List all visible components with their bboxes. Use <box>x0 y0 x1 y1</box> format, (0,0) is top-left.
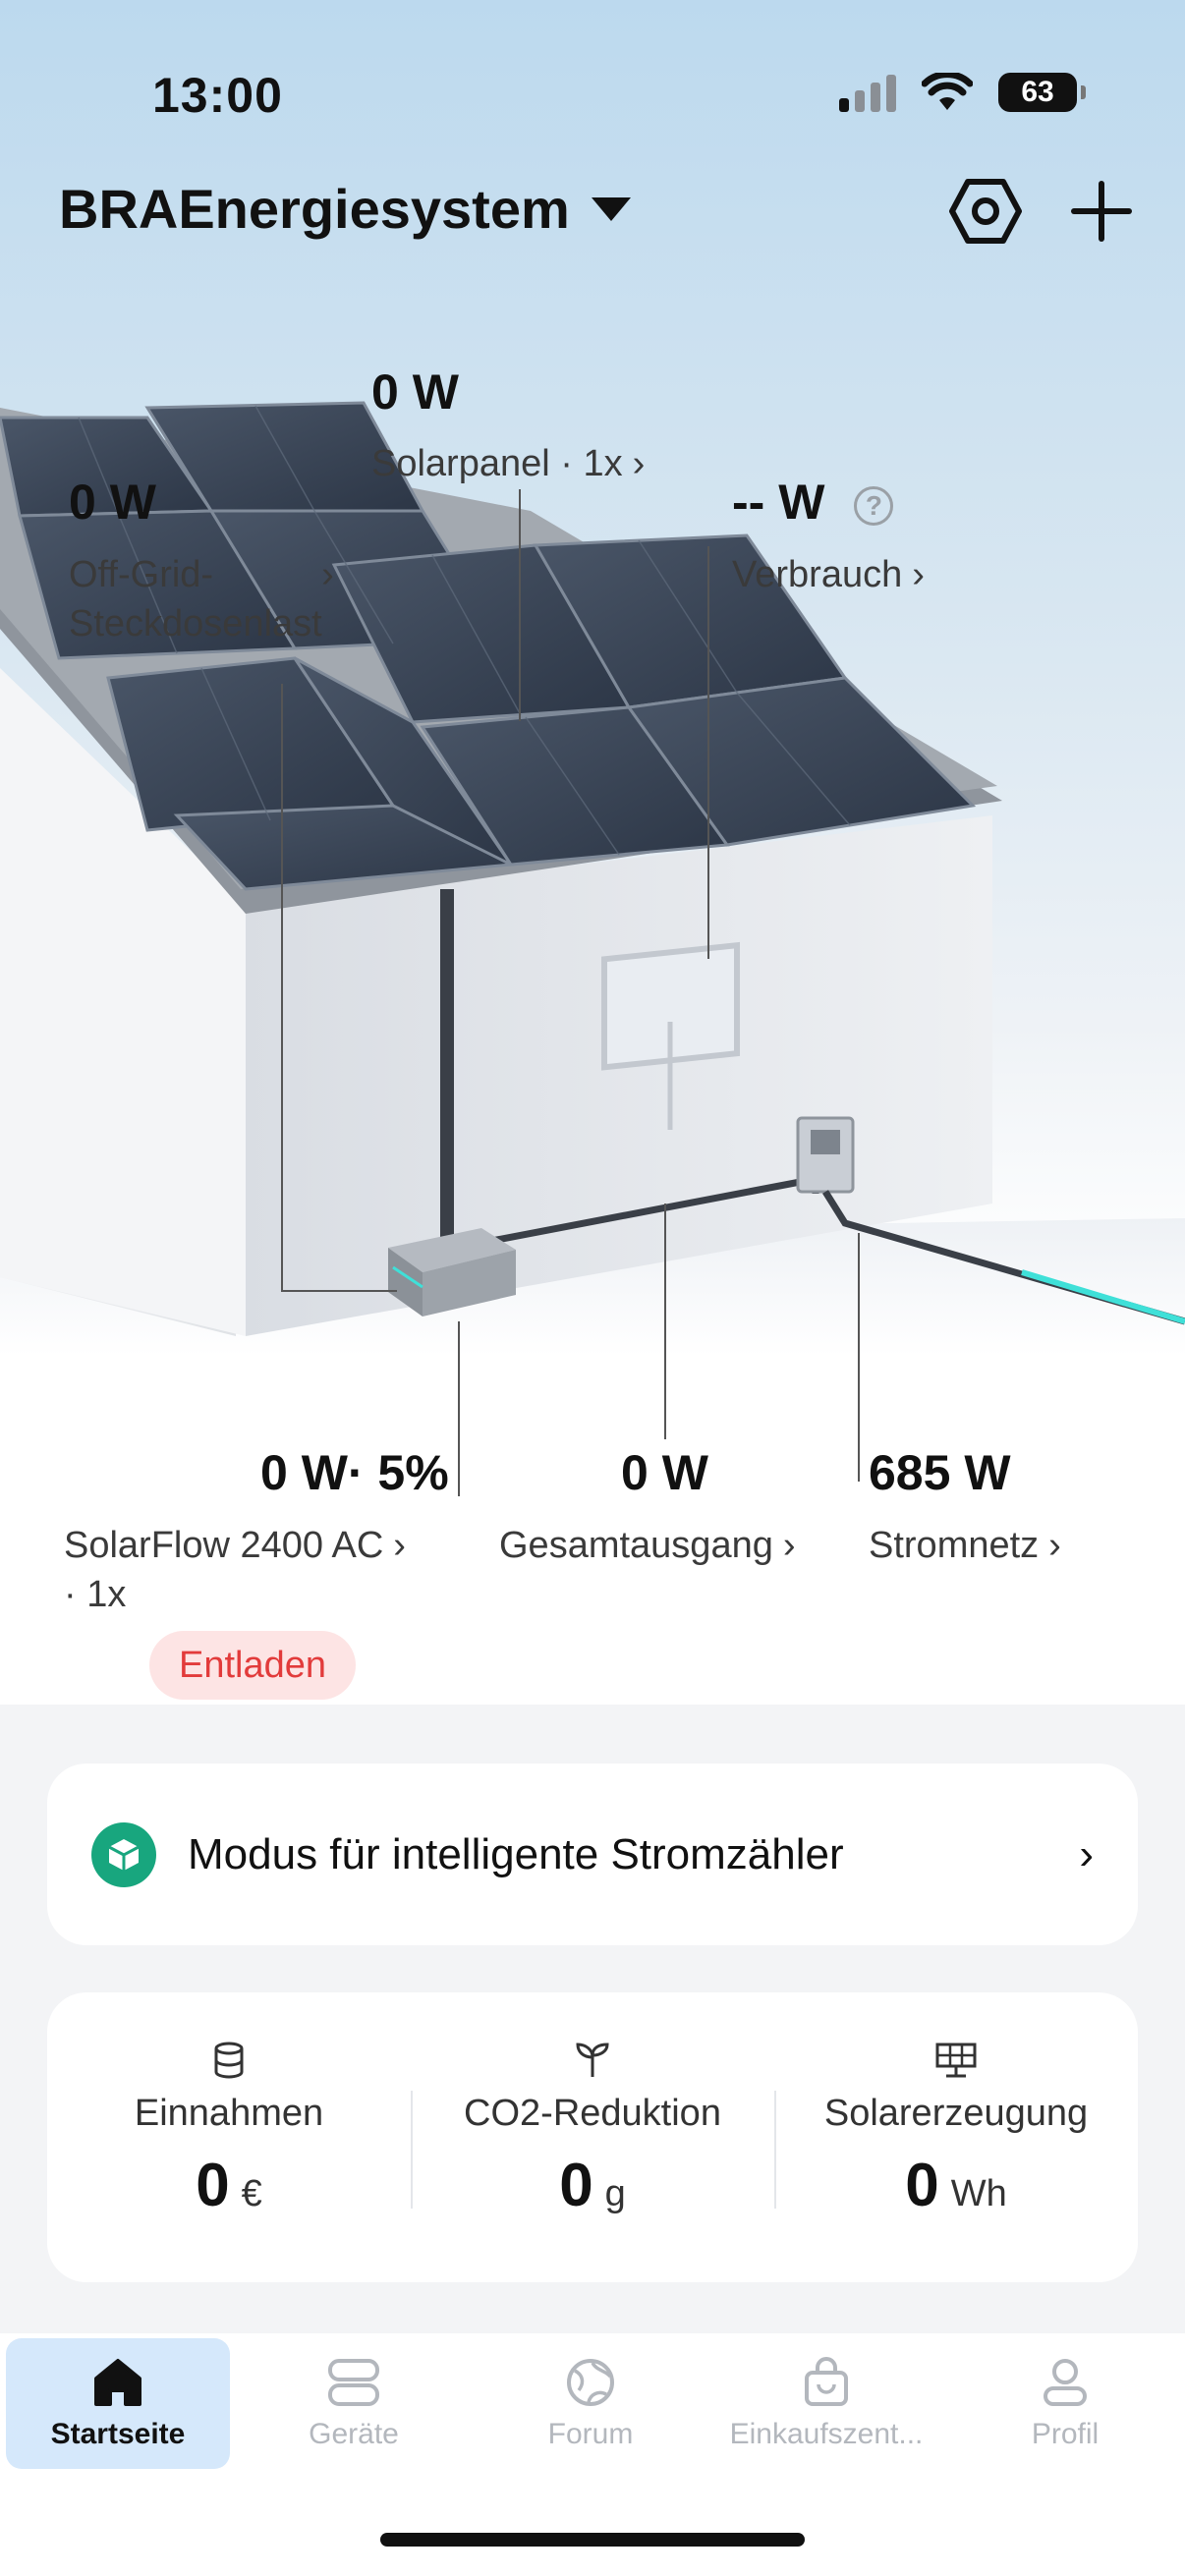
total-output-value: 0 W <box>621 1445 708 1500</box>
total-output-label: Gesamtausgang <box>499 1525 773 1566</box>
stat-value: 0 g <box>559 2151 626 2220</box>
offgrid-label-line2: Steckdosenlast <box>69 603 322 644</box>
chevron-right-icon: › <box>1048 1525 1061 1566</box>
offgrid-power-value: 0 W <box>69 475 156 530</box>
solarflow-power-value: 0 W· 5% <box>260 1445 449 1500</box>
tab-label: Startseite <box>50 2417 186 2450</box>
add-device-icon[interactable] <box>1057 167 1146 255</box>
solar-leader-line <box>519 489 521 721</box>
battery-icon: 63 <box>998 73 1086 112</box>
stat-number: 0 <box>905 2152 939 2219</box>
offgrid-leader-foot <box>281 1290 397 1292</box>
database-icon <box>214 2042 244 2079</box>
grid-leader-line <box>858 1233 860 1482</box>
solar-panel-label: Solarpanel · 1x <box>371 443 623 484</box>
solarflow-leader-line <box>458 1321 460 1496</box>
consumption-label: Verbrauch <box>732 554 903 595</box>
solar-power-value: 0 W <box>371 364 459 420</box>
tab-label: Profil <box>1031 2417 1100 2450</box>
tab-devices[interactable]: Geräte <box>242 2338 466 2469</box>
tab-shop[interactable]: Einkaufszent... <box>714 2338 938 2469</box>
total-output-leader-line <box>664 1204 666 1439</box>
stat-solar-generation[interactable]: Solarerzeugung 0 Wh <box>774 1992 1138 2282</box>
stat-co2[interactable]: CO2-Reduktion 0 g <box>411 1992 774 2282</box>
energy-flow-hero: 13:00 63 BRAEnergiesystem 0 W Solarpanel… <box>0 0 1185 1705</box>
stat-value: 0 Wh <box>905 2151 1006 2220</box>
chevron-right-icon: › <box>912 554 925 595</box>
stat-label: Einnahmen <box>134 2093 324 2134</box>
tab-profile[interactable]: Profil <box>953 2338 1177 2469</box>
globe-icon <box>567 2358 614 2406</box>
settings-hex-icon[interactable] <box>941 167 1030 255</box>
chevron-right-icon: › <box>321 554 334 595</box>
chevron-right-icon: › <box>393 1525 406 1566</box>
stat-unit: g <box>604 2173 626 2214</box>
consumption-leader-line <box>707 546 709 959</box>
tab-forum[interactable]: Forum <box>479 2338 703 2469</box>
cube-icon <box>91 1821 156 1887</box>
solarflow-device-link[interactable]: SolarFlow 2400 AC › · 1x <box>64 1521 406 1619</box>
devices-icon <box>328 2358 379 2406</box>
stat-label: CO2-Reduktion <box>464 2093 721 2134</box>
tab-home[interactable]: Startseite <box>6 2338 230 2469</box>
cellular-signal-icon <box>839 73 896 112</box>
mode-label: Modus für intelligente Stromzähler <box>188 1829 844 1878</box>
chevron-right-icon: › <box>1079 1829 1094 1878</box>
stat-value: 0 € <box>196 2151 262 2220</box>
tab-label: Einkaufszent... <box>729 2417 924 2450</box>
stat-unit: Wh <box>950 2173 1007 2214</box>
dropdown-caret-icon <box>591 196 631 221</box>
status-indicators: 63 <box>839 73 1086 112</box>
grid-label: Stromnetz <box>869 1525 1040 1566</box>
tab-label: Forum <box>547 2417 634 2450</box>
solarflow-label-line2: · 1x <box>64 1574 127 1615</box>
discharge-status-badge: Entladen <box>149 1631 357 1700</box>
tab-label: Geräte <box>309 2417 399 2450</box>
consumption-value: -- W <box>732 475 825 530</box>
status-time: 13:00 <box>152 68 283 123</box>
person-icon <box>1044 2358 1087 2406</box>
chevron-right-icon: › <box>632 443 646 484</box>
stat-revenue[interactable]: Einnahmen 0 € <box>47 1992 411 2282</box>
bottom-tab-bar: Startseite Geräte Forum Einkaufszent... … <box>0 2333 1185 2576</box>
stat-unit: € <box>241 2173 262 2214</box>
grid-power-value: 685 W <box>869 1445 1011 1500</box>
system-selector[interactable]: BRAEnergiesystem <box>59 177 631 241</box>
house-illustration <box>0 401 1185 1356</box>
smart-meter-mode-card[interactable]: Modus für intelligente Stromzähler › <box>47 1764 1138 1945</box>
chevron-right-icon: › <box>782 1525 796 1566</box>
stat-number: 0 <box>196 2152 230 2219</box>
stats-card: Einnahmen 0 € CO2-Reduktion 0 g Solarerz… <box>47 1992 1138 2282</box>
stat-number: 0 <box>559 2152 593 2219</box>
stat-label: Solarerzeugung <box>823 2093 1089 2134</box>
home-icon <box>94 2358 141 2406</box>
home-indicator <box>380 2533 805 2547</box>
shopping-bag-icon <box>805 2356 848 2406</box>
solar-panel-icon <box>935 2043 977 2078</box>
consumption-row: -- W? <box>732 474 894 531</box>
wifi-icon <box>922 73 973 110</box>
solarflow-label-line1: SolarFlow 2400 AC <box>64 1525 384 1566</box>
solar-panel-link[interactable]: Solarpanel · 1x › <box>371 439 645 488</box>
total-output-link[interactable]: Gesamtausgang › <box>499 1521 796 1570</box>
grid-link[interactable]: Stromnetz › <box>869 1521 1061 1570</box>
consumption-link[interactable]: Verbrauch › <box>732 550 925 599</box>
offgrid-load-link[interactable]: Off-Grid- › Steckdosenlast <box>69 550 334 648</box>
help-icon[interactable]: ? <box>854 485 894 526</box>
sprout-icon <box>576 2043 609 2077</box>
offgrid-leader-line <box>281 684 283 1291</box>
system-name: BRAEnergiesystem <box>59 178 570 240</box>
offgrid-label-line1: Off-Grid- <box>69 554 214 595</box>
